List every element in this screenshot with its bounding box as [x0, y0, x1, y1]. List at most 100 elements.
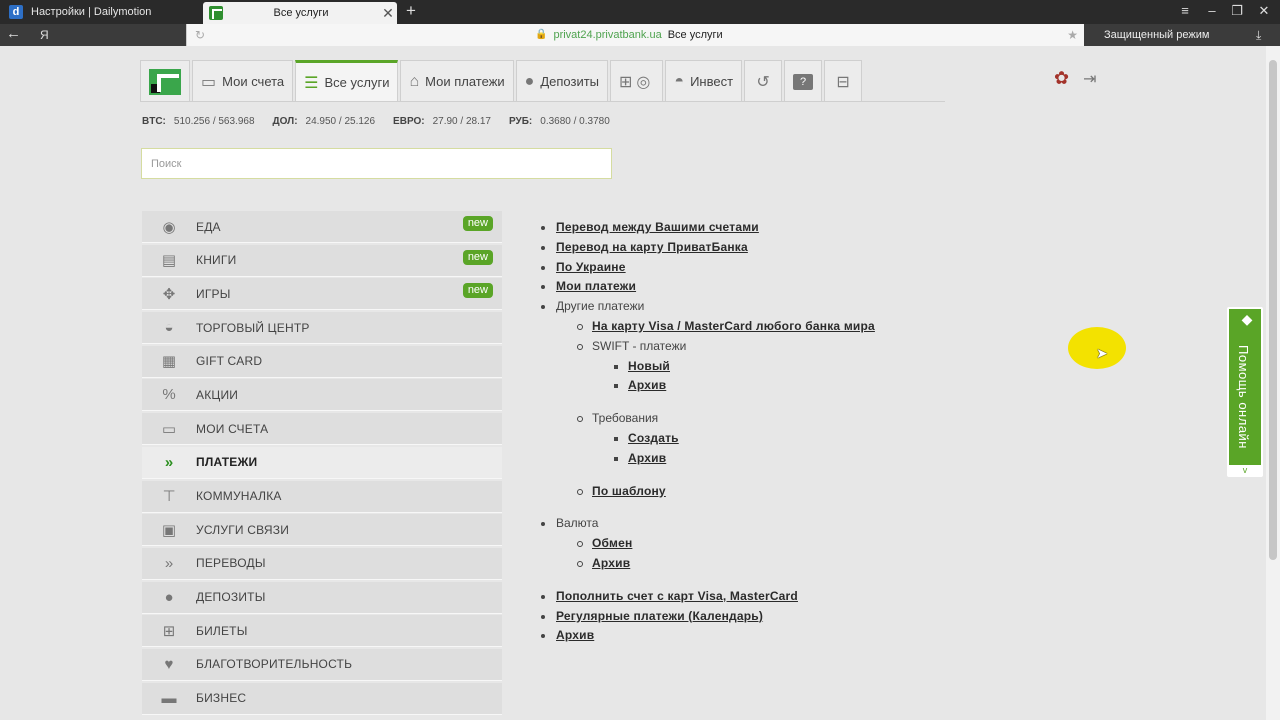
sidebar-item-utilities[interactable]: ⊤ Коммуналка	[142, 480, 502, 513]
sidebar-item-telecom[interactable]: ▣ Услуги связи	[142, 514, 502, 547]
link-requirements-archive[interactable]: Архив	[628, 451, 666, 465]
online-help-label: Помощь онлайн	[1236, 345, 1251, 449]
sidebar-item-payments[interactable]: » Платежи	[142, 446, 502, 479]
browser-tab-privat24[interactable]: Все услуги ✕	[203, 2, 397, 24]
sidebar-item-games[interactable]: ✥ Игры new	[142, 278, 502, 311]
nav-label: Депозиты	[540, 74, 600, 89]
sidebar-item-shopping-center[interactable]: ◒ Торговый центр	[142, 312, 502, 345]
list-item: Другие платежи На карту Visa / MasterCar…	[540, 297, 960, 514]
sidebar-item-my-accounts[interactable]: ▭ Мои счета	[142, 413, 502, 446]
discount-tag-icon: %	[162, 386, 176, 404]
sidebar-item-food[interactable]: ◉ Еда new	[142, 211, 502, 243]
chevron-down-icon[interactable]: v	[1229, 465, 1261, 475]
restore-icon[interactable]: ❐	[1224, 0, 1250, 24]
lock-icon: 🔒	[535, 29, 548, 40]
sidebar-item-label: Переводы	[196, 556, 266, 571]
rate-name: РУБ:	[508, 116, 533, 127]
other-payments-label: Другие платежи	[556, 299, 645, 314]
sublist: Обмен Архив	[576, 534, 960, 574]
link-archive[interactable]: Архив	[556, 628, 594, 642]
menu-lines-icon: ☰	[304, 74, 319, 92]
link-swift-archive[interactable]: Архив	[628, 378, 666, 392]
link-ukraine[interactable]: По Украине	[556, 260, 626, 274]
list-item: Регулярные платежи (Календарь)	[540, 607, 960, 627]
sidebar-item-business[interactable]: ▬ Бизнес	[142, 682, 502, 715]
bookmark-star-icon[interactable]: ★	[1067, 24, 1078, 46]
link-by-template[interactable]: По шаблону	[592, 484, 666, 498]
card-icon: ▭	[161, 420, 177, 438]
nav-tickets[interactable]: ⊞ ◎	[610, 60, 664, 102]
sidebar-item-books[interactable]: ▤ Книги new	[142, 244, 502, 277]
privat24-logo[interactable]	[140, 60, 190, 102]
link-topup-from-cards[interactable]: Пополнить счет с карт Visa, MasterCard	[556, 589, 798, 603]
history-icon: ↺	[756, 73, 770, 91]
minimize-icon[interactable]: –	[1199, 0, 1225, 24]
user-controls: ✿ ⇥	[1054, 68, 1097, 89]
link-swift-new[interactable]: Новый	[628, 359, 670, 373]
list-item: Новый	[612, 357, 960, 377]
rate-value: 510.256 / 563.968	[173, 116, 255, 127]
list-item: Пополнить счет с карт Visa, MasterCard	[540, 587, 960, 607]
online-help-widget[interactable]: ◆ Помощь онлайн v	[1227, 307, 1263, 477]
rate-btc: BTC: 510.256 / 563.968	[142, 116, 255, 127]
user-profile-icon[interactable]: ✿	[1054, 68, 1069, 89]
link-exchange[interactable]: Обмен	[592, 536, 632, 550]
close-window-icon[interactable]: ✕	[1251, 0, 1277, 24]
phone-icon: ▣	[161, 521, 177, 539]
double-chevron-right-icon: »	[164, 453, 174, 471]
sidebar-item-charity[interactable]: ♥ Благотворительность	[142, 648, 502, 681]
nav-invest[interactable]: ◓ Инвест	[665, 60, 743, 102]
top-navigation: ▭ Мои счета ☰ Все услуги ⌂ Мои платежи ●…	[140, 60, 864, 102]
nav-all-services[interactable]: ☰ Все услуги	[295, 60, 399, 102]
heart-icon: ♥	[164, 655, 174, 673]
back-arrow-icon[interactable]: ←	[6, 24, 21, 46]
nav-my-payments[interactable]: ⌂ Мои платежи	[400, 60, 514, 102]
nav-label: Мои счета	[222, 74, 285, 89]
close-icon[interactable]: ✕	[379, 5, 397, 22]
list-item: Архив	[540, 626, 960, 646]
search-input[interactable]	[141, 148, 612, 179]
list-item: По Украине	[540, 258, 960, 278]
link-transfer-privatbank-card[interactable]: Перевод на карту ПриватБанка	[556, 240, 748, 254]
link-requirements-create[interactable]: Создать	[628, 431, 679, 445]
rate-value: 27.90 / 28.17	[432, 116, 491, 127]
sidebar-item-promotions[interactable]: % Акции	[142, 379, 502, 412]
search-engine-button[interactable]: Я	[40, 24, 49, 46]
nav-my-accounts[interactable]: ▭ Мои счета	[192, 60, 294, 102]
link-my-payments[interactable]: Мои платежи	[556, 279, 636, 293]
url-field[interactable]: ↻ 🔒 privat24.privatbank.ua Все услуги ★	[186, 24, 1084, 46]
url-page-title: Все услуги	[667, 29, 723, 41]
new-tab-button[interactable]: +	[406, 0, 416, 24]
sidebar-item-tickets[interactable]: ⊞ Билеты	[142, 615, 502, 648]
plate-icon: ◉	[162, 218, 176, 236]
reload-icon[interactable]: ↻	[195, 24, 205, 46]
browser-tabstrip: d Настройки | Dailymotion Все услуги ✕ +…	[0, 0, 1280, 24]
sidebar-item-deposits[interactable]: ● Депозиты	[142, 581, 502, 614]
link-transfer-own-accounts[interactable]: Перевод между Вашими счетами	[556, 220, 759, 234]
scrollbar-thumb[interactable]	[1269, 60, 1277, 560]
nav-help[interactable]: ?	[784, 60, 823, 102]
logout-icon[interactable]: ⇥	[1083, 69, 1096, 89]
browser-tab-dailymotion[interactable]: d Настройки | Dailymotion	[0, 0, 200, 24]
currency-label: Валюта	[556, 516, 599, 531]
list-item: Перевод между Вашими счетами	[540, 218, 960, 238]
page-scrollbar[interactable]	[1266, 46, 1280, 720]
sidebar-item-transfers[interactable]: » Переводы	[142, 547, 502, 580]
link-regular-payments[interactable]: Регулярные платежи (Календарь)	[556, 609, 763, 623]
sidebar-item-gift-card[interactable]: ▦ Gift Card	[142, 345, 502, 378]
double-chevron-right-icon: »	[164, 554, 174, 572]
list-item: SWIFT - платежи Новый Архив	[576, 337, 960, 409]
tab-title: Настройки | Dailymotion	[31, 6, 152, 18]
menu-icon[interactable]: ≡	[1172, 0, 1198, 24]
nav-cart[interactable]: ⊟	[824, 60, 863, 102]
link-currency-archive[interactable]: Архив	[592, 556, 630, 570]
nav-divider	[140, 101, 945, 102]
link-visa-mastercard-any-bank[interactable]: На карту Visa / MasterCard любого банка …	[592, 319, 875, 333]
protected-mode-label[interactable]: Защищенный режим	[1104, 24, 1209, 46]
rate-name: BTC:	[142, 116, 166, 127]
nav-deposits[interactable]: ● Депозиты	[515, 60, 609, 102]
download-icon[interactable]: ⤓	[1256, 24, 1261, 46]
rate-value: 0.3680 / 0.3780	[540, 116, 610, 127]
nav-history[interactable]: ↺	[744, 60, 783, 102]
